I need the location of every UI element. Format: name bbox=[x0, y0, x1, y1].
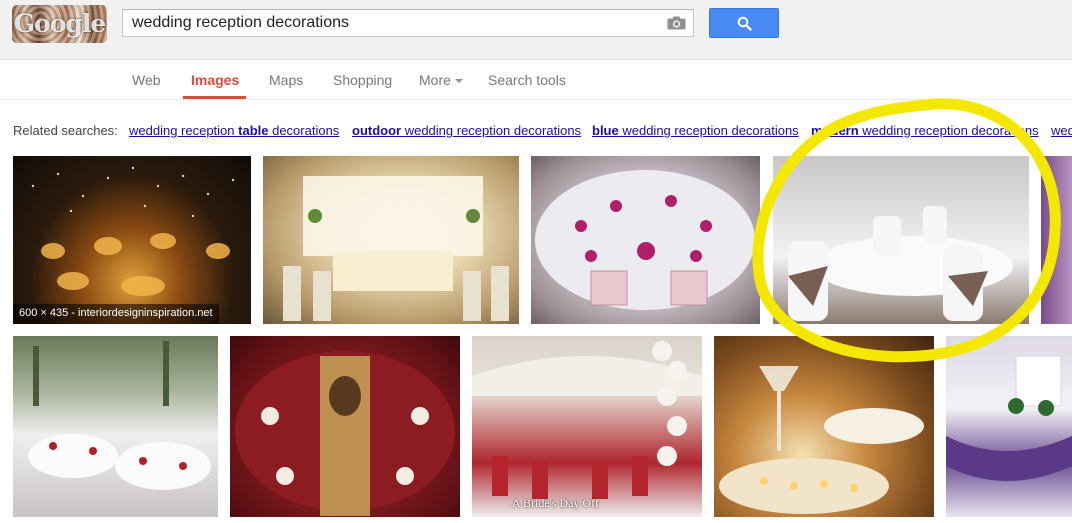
image-result-white-chair-covers[interactable] bbox=[773, 156, 1029, 324]
image-result-pink-table-setting[interactable] bbox=[531, 156, 760, 324]
doodle-logo[interactable]: Google bbox=[12, 5, 107, 43]
related-link-modern[interactable]: modern wedding reception decorations bbox=[811, 123, 1039, 138]
tab-maps[interactable]: Maps bbox=[269, 72, 303, 88]
search-icon bbox=[737, 16, 752, 31]
top-bar: Google bbox=[0, 0, 1072, 60]
related-link-blue[interactable]: blue wedding reception decorations bbox=[592, 123, 799, 138]
image-watermark: A Bride's Day Off bbox=[512, 496, 599, 510]
image-result-purple-cake-table[interactable] bbox=[946, 336, 1072, 517]
tab-images[interactable]: Images bbox=[191, 72, 239, 88]
search-input[interactable] bbox=[132, 10, 652, 36]
logo-text: Google bbox=[13, 9, 107, 38]
active-tab-indicator bbox=[183, 96, 246, 99]
tab-shopping[interactable]: Shopping bbox=[333, 72, 392, 88]
draped-table-image bbox=[283, 176, 509, 321]
search-tools-button[interactable]: Search tools bbox=[488, 72, 566, 88]
image-result-partial-purple[interactable] bbox=[1041, 156, 1072, 324]
tab-more-label: More bbox=[419, 72, 451, 88]
tropical-reception-image bbox=[28, 341, 211, 490]
image-result-draped-head-table[interactable] bbox=[263, 156, 519, 324]
related-link-text: wedding reception decorations bbox=[401, 123, 582, 138]
related-link-bold: outdoor bbox=[352, 123, 402, 138]
related-link-bold: modern bbox=[811, 123, 859, 138]
tab-more[interactable]: More bbox=[419, 72, 463, 88]
search-tabs: Web Images Maps Shopping More Search too… bbox=[0, 61, 1072, 100]
related-link-more[interactable]: wed bbox=[1051, 123, 1072, 138]
pink-table-image bbox=[535, 170, 755, 310]
related-link-bold: table bbox=[238, 123, 269, 138]
candle-centerpiece-image bbox=[719, 366, 924, 514]
related-searches-label: Related searches: bbox=[13, 123, 118, 138]
image-result-tent-reception[interactable]: 600 × 435 - interiordesigninspiration.ne… bbox=[13, 156, 251, 324]
search-button[interactable] bbox=[709, 8, 779, 38]
related-link-outdoor[interactable]: outdoor wedding reception decorations bbox=[352, 123, 581, 138]
related-link-text: wedding reception decorations bbox=[858, 123, 1039, 138]
image-result-candle-centerpiece[interactable] bbox=[714, 336, 934, 517]
related-link-text: wedding reception bbox=[129, 123, 239, 138]
ballroom-image bbox=[472, 341, 702, 499]
tent-scene-image bbox=[31, 166, 235, 296]
related-link-text: wedding reception decorations bbox=[618, 123, 799, 138]
chevron-down-icon bbox=[454, 79, 463, 84]
image-result-balloon-ballroom[interactable]: A Bride's Day Off bbox=[472, 336, 702, 517]
camera-icon[interactable] bbox=[667, 16, 686, 30]
image-size-caption: 600 × 435 - interiordesigninspiration.ne… bbox=[13, 304, 219, 324]
related-link-table[interactable]: wedding reception table decorations bbox=[129, 123, 339, 138]
tab-web[interactable]: Web bbox=[132, 72, 161, 88]
search-box[interactable] bbox=[122, 9, 694, 37]
purple-cake-table-image bbox=[946, 355, 1072, 481]
image-result-red-gold-table[interactable] bbox=[230, 336, 460, 517]
image-result-outdoor-tropical[interactable] bbox=[13, 336, 218, 517]
related-link-text: wed bbox=[1051, 123, 1072, 138]
chair-covers-image bbox=[788, 206, 1013, 321]
red-gold-table-image bbox=[235, 351, 455, 516]
related-link-bold: blue bbox=[592, 123, 619, 138]
related-link-text: decorations bbox=[268, 123, 340, 138]
